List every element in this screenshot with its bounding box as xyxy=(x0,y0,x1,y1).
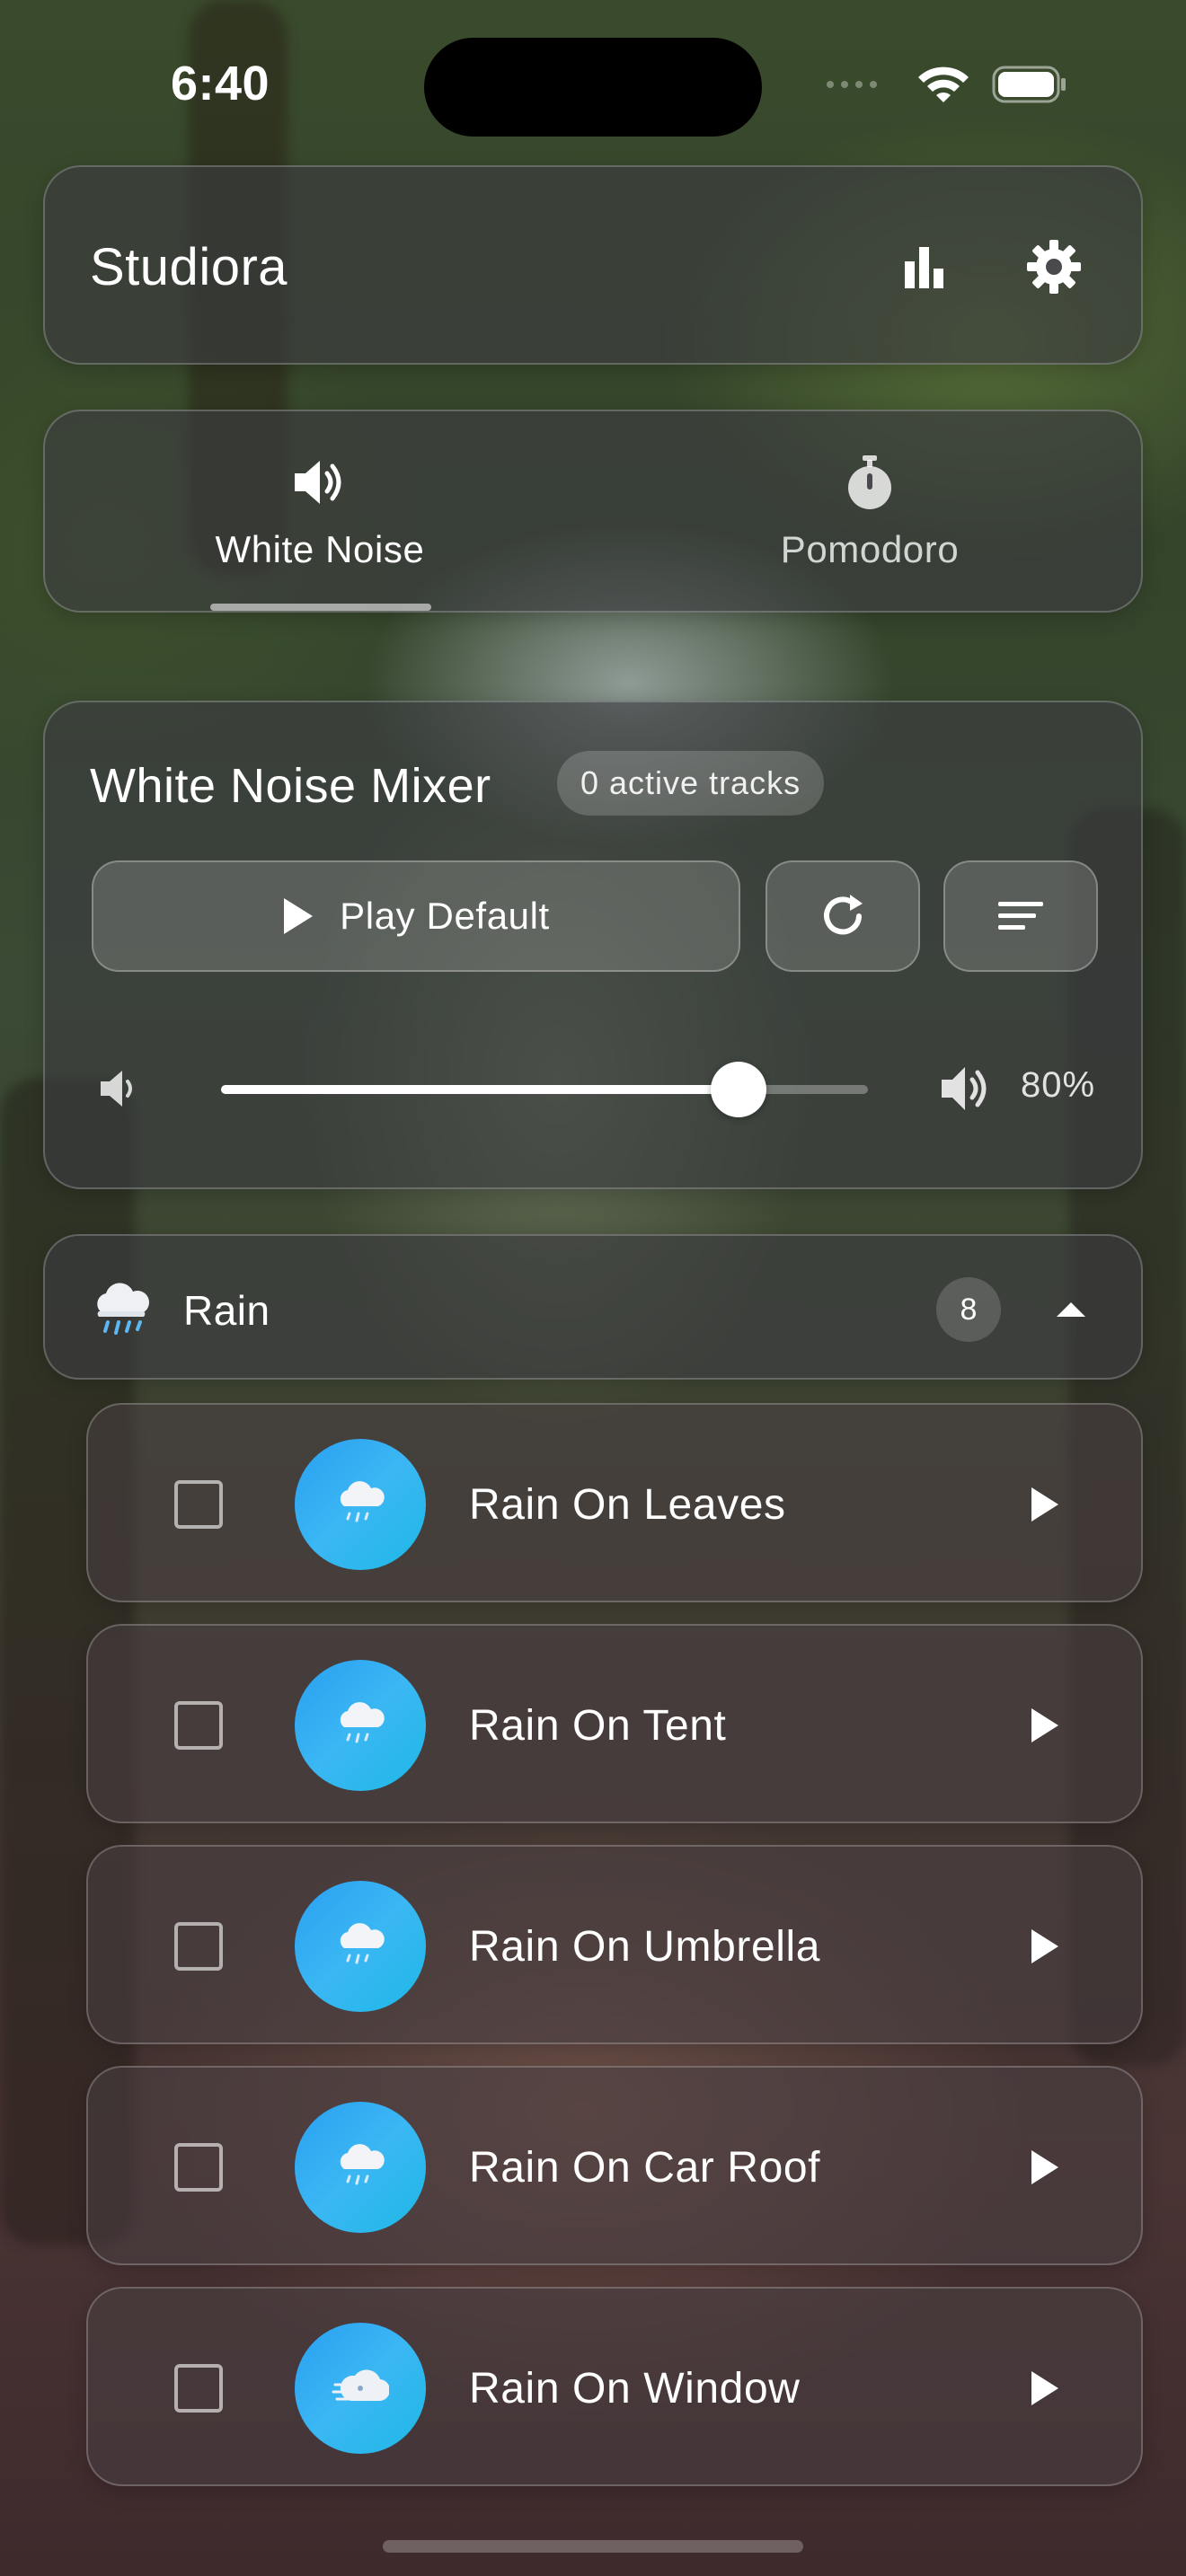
track-row-rain-on-car-roof[interactable]: Rain On Car Roof xyxy=(86,2066,1143,2265)
chevron-up-icon xyxy=(1057,1302,1085,1317)
rain-cloud-icon xyxy=(340,1702,385,1743)
play-icon xyxy=(1031,2371,1058,2405)
play-icon xyxy=(1031,1929,1058,1963)
app-title: Studiora xyxy=(90,238,288,296)
rain-cloud-icon xyxy=(340,2144,385,2185)
volume-high-icon xyxy=(942,1067,987,1110)
category-rain-header[interactable]: Rain 8 xyxy=(43,1234,1143,1380)
play-icon xyxy=(1031,1487,1058,1522)
track-name: Rain On Umbrella xyxy=(469,1923,821,1971)
play-default-label: Play Default xyxy=(340,895,550,937)
track-play-button[interactable] xyxy=(1013,2357,1076,2420)
track-play-button[interactable] xyxy=(1013,1694,1076,1757)
track-avatar xyxy=(295,2323,426,2454)
track-checkbox[interactable] xyxy=(174,2143,223,2192)
reset-button[interactable] xyxy=(766,860,920,972)
track-name: Rain On Leaves xyxy=(469,1481,786,1529)
track-avatar xyxy=(295,1660,426,1791)
stopwatch-icon xyxy=(848,455,891,509)
expand-toggle[interactable] xyxy=(1044,1288,1098,1331)
play-icon xyxy=(1031,1708,1058,1742)
track-row-rain-on-window[interactable]: Rain On Window xyxy=(86,2287,1143,2486)
battery-icon xyxy=(992,66,1066,103)
track-avatar xyxy=(295,2102,426,2233)
track-checkbox[interactable] xyxy=(174,1922,223,1971)
volume-low-icon xyxy=(101,1071,132,1107)
track-name: Rain On Window xyxy=(469,2365,801,2413)
volume-row: 80% xyxy=(45,1044,1141,1134)
category-count-badge: 8 xyxy=(936,1277,1001,1342)
track-name: Rain On Car Roof xyxy=(469,2144,821,2192)
volume-slider-fill xyxy=(221,1085,739,1094)
status-icons xyxy=(823,63,1067,106)
track-checkbox[interactable] xyxy=(174,2364,223,2413)
track-avatar xyxy=(295,1881,426,2012)
play-icon xyxy=(1031,2150,1058,2184)
track-row-rain-on-leaves[interactable]: Rain On Leaves xyxy=(86,1403,1143,1602)
mode-tabs: White Noise Pomodoro xyxy=(43,410,1143,613)
settings-button[interactable] xyxy=(1013,226,1094,307)
rain-cloud-emoji xyxy=(97,1283,149,1335)
mixer-title: White Noise Mixer xyxy=(90,759,491,813)
gear-icon xyxy=(1027,240,1081,294)
track-play-button[interactable] xyxy=(1013,1915,1076,1978)
tab-label: White Noise xyxy=(215,528,425,570)
track-row-rain-on-umbrella[interactable]: Rain On Umbrella xyxy=(86,1845,1143,2044)
white-noise-mixer: White Noise Mixer 0 active tracks Play D… xyxy=(43,701,1143,1189)
track-play-button[interactable] xyxy=(1013,2136,1076,2199)
bar-chart-icon xyxy=(905,247,943,288)
home-indicator xyxy=(383,2540,803,2553)
tab-pomodoro[interactable]: Pomodoro xyxy=(595,411,1145,611)
tab-label: Pomodoro xyxy=(780,528,960,570)
dynamic-island xyxy=(424,38,762,137)
track-checkbox[interactable] xyxy=(174,1480,223,1529)
play-icon xyxy=(284,898,314,934)
statistics-button[interactable] xyxy=(884,226,965,307)
status-time: 6:40 xyxy=(171,57,270,110)
signal-icon xyxy=(827,81,877,88)
track-avatar xyxy=(295,1439,426,1570)
category-label: Rain xyxy=(183,1287,270,1334)
rain-cloud-icon xyxy=(340,1923,385,1964)
volume-slider[interactable] xyxy=(221,1062,868,1117)
active-tracks-badge: 0 active tracks xyxy=(557,751,825,816)
rain-cloud-icon xyxy=(340,1481,385,1522)
wind-face-icon xyxy=(332,2369,389,2402)
track-checkbox[interactable] xyxy=(174,1701,223,1750)
refresh-icon xyxy=(824,895,863,935)
track-name: Rain On Tent xyxy=(469,1702,727,1750)
sort-lines-icon xyxy=(998,902,1043,930)
sort-button[interactable] xyxy=(943,860,1098,972)
track-row-rain-on-tent[interactable]: Rain On Tent xyxy=(86,1624,1143,1823)
app-header: Studiora xyxy=(43,165,1143,365)
track-play-button[interactable] xyxy=(1013,1473,1076,1536)
volume-slider-thumb[interactable] xyxy=(711,1062,766,1117)
play-default-button[interactable]: Play Default xyxy=(92,860,740,972)
tab-indicator xyxy=(210,604,431,611)
tab-white-noise[interactable]: White Noise xyxy=(45,411,595,611)
speaker-icon xyxy=(295,461,341,504)
volume-percentage: 80% xyxy=(1021,1065,1096,1105)
wifi-icon xyxy=(918,66,969,102)
